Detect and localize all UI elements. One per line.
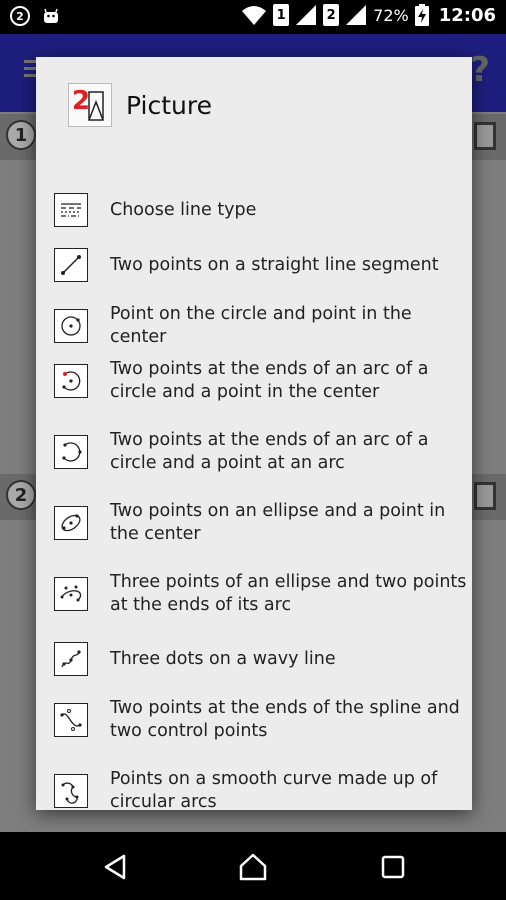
menu-item-smooth-curve[interactable]: Points on a smooth curve made up of circ… — [54, 768, 472, 810]
home-icon — [239, 853, 267, 881]
android-icon — [44, 8, 58, 23]
ellipse-center-icon — [54, 506, 88, 540]
notification-badge-icon: 2 — [10, 6, 30, 26]
smooth-curve-icon — [54, 774, 88, 808]
back-icon — [104, 854, 126, 880]
recents-icon — [381, 855, 405, 879]
menu-item-ellipse-arc[interactable]: Three points of an ellipse and two point… — [54, 571, 472, 617]
arc-point-icon — [54, 435, 88, 469]
signal1-icon — [296, 5, 317, 25]
status-bar: 2 1 2 72% 12:06 — [0, 0, 506, 34]
row-checkbox-1[interactable] — [474, 122, 496, 150]
menu-item-circle-center[interactable]: Point on the circle and point in the cen… — [54, 303, 472, 349]
spline-icon — [54, 703, 88, 737]
back-button[interactable] — [98, 850, 132, 884]
home-button[interactable] — [236, 850, 270, 884]
row-number-2: 2 — [6, 480, 36, 510]
sim1-icon: 1 — [273, 4, 290, 26]
wifi-icon — [242, 6, 267, 25]
navigation-bar — [0, 832, 506, 900]
menu-item-wavy-line[interactable]: Three dots on a wavy line — [54, 642, 472, 676]
picture-logo-icon: 2 — [68, 83, 112, 127]
line-segment-icon — [54, 248, 88, 282]
circle-center-icon — [54, 309, 88, 343]
picture-dialog: 2 Picture Choose line type Two points on… — [36, 57, 472, 810]
wavy-line-icon — [54, 642, 88, 676]
menu-item-arc-point[interactable]: Two points at the ends of an arc of a ci… — [54, 429, 472, 475]
battery-percent: 72% — [373, 5, 409, 25]
dialog-title: Picture — [126, 90, 212, 120]
menu-item-line-type[interactable]: Choose line type — [54, 193, 472, 227]
recents-button[interactable] — [376, 850, 410, 884]
menu-item-line-segment[interactable]: Two points on a straight line segment — [54, 248, 472, 282]
menu-item-arc-center[interactable]: Two points at the ends of an arc of a ci… — [54, 358, 472, 404]
sim2-icon: 2 — [323, 4, 340, 26]
line-type-icon — [54, 193, 88, 227]
help-icon[interactable]: ? — [470, 50, 490, 90]
dialog-header: 2 Picture — [68, 83, 212, 127]
menu-item-ellipse-center[interactable]: Two points on an ellipse and a point in … — [54, 500, 472, 546]
signal2-icon — [346, 5, 367, 25]
row-number-1: 1 — [6, 120, 36, 150]
arc-center-icon — [54, 364, 88, 398]
menu-item-spline[interactable]: Two points at the ends of the spline and… — [54, 697, 472, 743]
battery-charging-icon — [414, 4, 429, 26]
clock: 12:06 — [438, 4, 496, 26]
row-checkbox-2[interactable] — [474, 482, 496, 510]
ellipse-arc-icon — [54, 577, 88, 611]
